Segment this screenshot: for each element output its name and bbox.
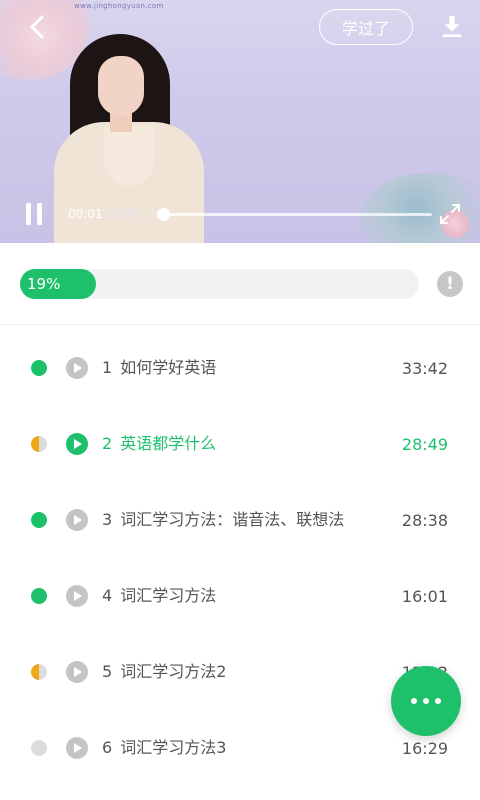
play-icon[interactable] <box>66 357 88 379</box>
lesson-title: 4 词汇学习方法 <box>102 585 216 607</box>
play-icon[interactable] <box>66 737 88 759</box>
info-icon[interactable]: ! <box>437 271 463 297</box>
progress-bar: 19% <box>20 269 419 299</box>
chevron-left-icon <box>30 15 44 39</box>
lesson-duration: 16:29 <box>401 739 448 758</box>
lesson-duration: 33:42 <box>401 359 448 378</box>
fullscreen-icon <box>440 204 460 224</box>
lesson-name: 词汇学习方法3 <box>120 738 227 757</box>
lesson-title: 6 词汇学习方法3 <box>102 737 226 759</box>
status-dot-icon <box>31 588 47 604</box>
course-progress: 19% ! <box>0 243 480 325</box>
lesson-title: 1 如何学好英语 <box>102 357 216 379</box>
fullscreen-button[interactable] <box>438 202 462 226</box>
lesson-name: 词汇学习方法 <box>120 586 217 605</box>
lesson-number: 6 <box>102 738 113 757</box>
video-controls: 00:01 28:49 <box>0 190 480 240</box>
lesson-number: 1 <box>102 358 113 377</box>
seek-handle[interactable] <box>157 208 170 221</box>
more-button[interactable] <box>391 666 461 736</box>
lesson-item[interactable]: 4 词汇学习方法 16:01 <box>0 558 480 634</box>
lesson-title: 2 英语都学什么 <box>102 433 216 455</box>
more-dots-icon <box>411 698 417 704</box>
lesson-name: 英语都学什么 <box>120 434 217 453</box>
lesson-item[interactable]: 3 词汇学习方法：谐音法、联想法 28:38 <box>0 482 480 558</box>
current-time: 00:01 <box>68 207 103 221</box>
download-icon <box>442 16 462 38</box>
time-readout: 00:01 28:49 <box>68 207 141 221</box>
status-dot-icon <box>31 740 47 756</box>
lesson-title: 3 词汇学习方法：谐音法、联想法 <box>102 509 344 531</box>
back-button[interactable] <box>22 12 52 42</box>
lesson-number: 2 <box>102 434 113 453</box>
pause-button[interactable] <box>26 203 46 227</box>
lesson-duration: 16:01 <box>401 587 448 606</box>
lesson-name: 词汇学习方法2 <box>120 662 227 681</box>
seek-bar[interactable] <box>162 213 432 216</box>
lesson-item[interactable]: 1 如何学好英语 33:42 <box>0 330 480 406</box>
video-player[interactable]: www.jinghongyuan.com 学过了 00:01 28:49 <box>0 0 480 243</box>
status-dot-icon <box>31 512 47 528</box>
status-dot-icon <box>31 664 47 680</box>
play-icon[interactable] <box>66 433 88 455</box>
lesson-title: 5 词汇学习方法2 <box>102 661 226 683</box>
total-duration: 28:49 <box>106 207 142 221</box>
lesson-number: 3 <box>102 510 113 529</box>
lesson-duration: 28:38 <box>401 511 448 530</box>
lesson-item[interactable]: 2 英语都学什么 28:49 <box>0 406 480 482</box>
play-icon[interactable] <box>66 585 88 607</box>
progress-fill: 19% <box>20 269 96 299</box>
status-dot-icon <box>31 360 47 376</box>
play-icon[interactable] <box>66 509 88 531</box>
lesson-number: 5 <box>102 662 113 681</box>
pause-icon <box>26 203 31 225</box>
lesson-name: 词汇学习方法：谐音法、联想法 <box>120 510 345 529</box>
download-button[interactable] <box>438 12 466 42</box>
progress-label: 19% <box>27 275 61 293</box>
status-dot-icon <box>31 436 47 452</box>
lesson-name: 如何学好英语 <box>120 358 217 377</box>
video-watermark: www.jinghongyuan.com <box>74 2 164 10</box>
lesson-duration: 28:49 <box>401 435 448 454</box>
learned-button[interactable]: 学过了 <box>319 9 413 45</box>
lesson-number: 4 <box>102 586 113 605</box>
play-icon[interactable] <box>66 661 88 683</box>
